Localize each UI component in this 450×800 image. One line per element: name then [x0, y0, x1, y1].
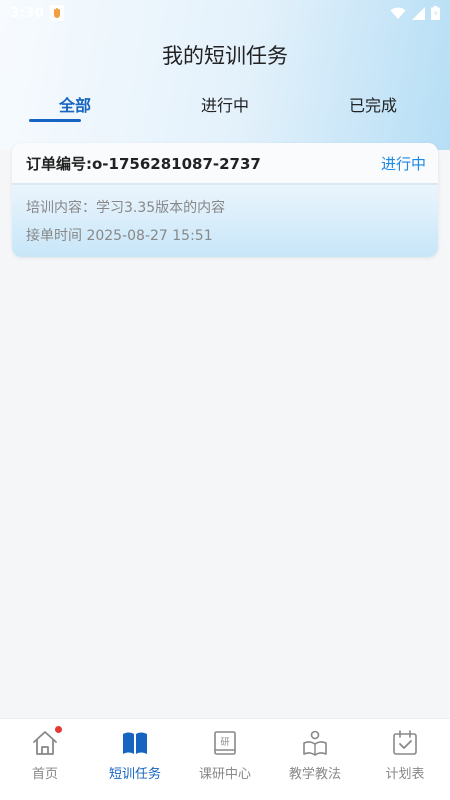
- nav-home[interactable]: 首页: [0, 719, 90, 800]
- research-book-icon: 研: [214, 731, 236, 755]
- teacher-icon: [303, 730, 327, 756]
- order-card-header: 订单编号:o-1756281087-2737 进行中: [12, 143, 438, 185]
- wifi-icon: [390, 7, 406, 19]
- signal-icon: [412, 6, 425, 20]
- battery-icon: [431, 6, 440, 20]
- svg-text:研: 研: [220, 737, 229, 748]
- home-icon: [33, 731, 57, 755]
- order-card[interactable]: 订单编号:o-1756281087-2737 进行中 培训内容：学习3.35版本…: [12, 143, 438, 257]
- active-tab-indicator: [29, 119, 81, 122]
- nav-teaching-methods[interactable]: 教学教法: [270, 719, 360, 800]
- accept-time: 接单时间 2025-08-27 15:51: [26, 228, 213, 244]
- book-icon: [123, 732, 147, 754]
- order-number: 订单编号:o-1756281087-2737: [26, 154, 261, 173]
- nav-label: 首页: [31, 767, 58, 782]
- tab-all[interactable]: 全部: [20, 92, 130, 116]
- page-title: 我的短训任务: [162, 44, 288, 68]
- nav-label: 短训任务: [108, 767, 161, 782]
- nav-label: 课研中心: [198, 767, 251, 782]
- bottom-nav: 首页 短训任务 研 课研中心 教学教法 计划表: [0, 718, 450, 800]
- status-time: 3:30: [10, 5, 45, 21]
- status-bar: 3:30: [0, 0, 450, 26]
- order-status: 进行中: [380, 154, 426, 173]
- tab-completed[interactable]: 已完成: [318, 92, 428, 116]
- nav-research-center[interactable]: 研 课研中心: [180, 719, 270, 800]
- calendar-check-icon: [393, 730, 417, 755]
- status-icons: [390, 6, 440, 20]
- nav-label: 教学教法: [288, 767, 341, 782]
- training-content: 培训内容：学习3.35版本的内容: [26, 200, 226, 216]
- tab-in-progress[interactable]: 进行中: [170, 92, 280, 116]
- notification-hand-icon: [50, 5, 65, 21]
- status-tabs: 全部 进行中 已完成: [0, 92, 450, 128]
- notification-badge: [55, 726, 62, 733]
- nav-schedule[interactable]: 计划表: [360, 719, 450, 800]
- nav-short-training[interactable]: 短训任务: [90, 719, 180, 800]
- nav-label: 计划表: [385, 767, 425, 782]
